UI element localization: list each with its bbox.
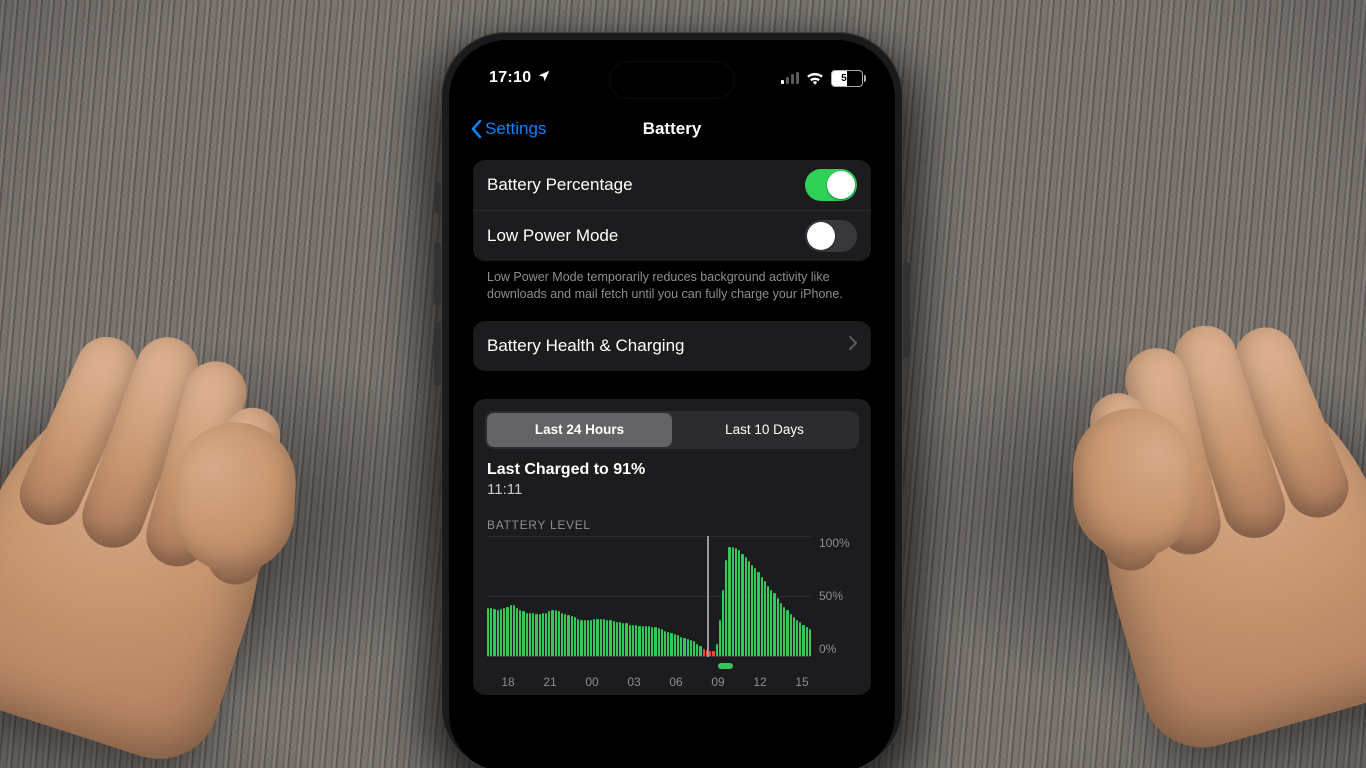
x-tick: 09	[697, 675, 739, 689]
left-hand	[0, 346, 309, 768]
segment-24h[interactable]: Last 24 Hours	[487, 413, 672, 447]
y-tick-bot: 0%	[819, 642, 863, 656]
x-tick: 18	[487, 675, 529, 689]
battery-percentage-switch[interactable]	[805, 169, 857, 201]
battery-percentage-label: Battery Percentage	[487, 175, 633, 195]
chevron-left-icon	[469, 119, 483, 139]
status-time: 17:10	[489, 69, 531, 87]
wifi-icon	[806, 71, 824, 85]
battery-icon: 50	[831, 70, 863, 87]
cellular-icon	[781, 72, 799, 84]
volume-down-button[interactable]	[434, 322, 441, 386]
x-tick: 15	[781, 675, 823, 689]
low-power-mode-label: Low Power Mode	[487, 226, 618, 246]
segment-10d[interactable]: Last 10 Days	[672, 413, 857, 447]
location-icon	[537, 69, 551, 88]
nav-bar: Settings Battery	[459, 106, 885, 152]
battery-health-row[interactable]: Battery Health & Charging	[473, 321, 871, 371]
battery-level-chart[interactable]: 100% 50% 0% 1821000306091215	[473, 536, 871, 689]
chart-y-axis: 100% 50% 0%	[811, 536, 863, 656]
battery-percent: 50	[841, 73, 853, 84]
battery-health-label: Battery Health & Charging	[487, 336, 685, 356]
x-tick: 12	[739, 675, 781, 689]
chart-title: BATTERY LEVEL	[473, 504, 871, 536]
desk-surface: 17:10 50	[0, 0, 1366, 768]
right-hand	[1062, 338, 1366, 761]
chart-plot	[487, 536, 811, 657]
health-group: Battery Health & Charging	[473, 321, 871, 371]
phone-body: 17:10 50	[441, 32, 903, 768]
phone-screen: 17:10 50	[459, 50, 885, 768]
low-power-mode-switch[interactable]	[805, 220, 857, 252]
y-tick-top: 100%	[819, 536, 863, 550]
range-segmented-control: Last 24 Hours Last 10 Days	[485, 411, 859, 449]
back-label: Settings	[485, 119, 546, 139]
side-button[interactable]	[903, 262, 910, 358]
low-power-mode-footnote: Low Power Mode temporarily reduces backg…	[473, 261, 871, 321]
mute-switch[interactable]	[435, 182, 441, 214]
low-power-mode-row[interactable]: Low Power Mode	[473, 210, 871, 261]
charging-indicator-rail	[487, 663, 819, 669]
chart-x-axis: 1821000306091215	[487, 669, 863, 689]
last-charged-title: Last Charged to 91%	[487, 461, 857, 479]
toggles-group: Battery Percentage Low Power Mode	[473, 160, 871, 261]
chevron-right-icon	[848, 335, 857, 356]
battery-percentage-row[interactable]: Battery Percentage	[473, 160, 871, 210]
last-charged-time: 11:11	[487, 481, 857, 498]
chart-cursor	[707, 536, 709, 657]
y-tick-mid: 50%	[819, 589, 863, 603]
back-button[interactable]: Settings	[469, 119, 546, 139]
usage-card: Last 24 Hours Last 10 Days Last Charged …	[473, 399, 871, 695]
x-tick: 00	[571, 675, 613, 689]
x-tick: 21	[529, 675, 571, 689]
x-tick: 06	[655, 675, 697, 689]
x-tick: 03	[613, 675, 655, 689]
dynamic-island[interactable]	[610, 62, 734, 98]
volume-up-button[interactable]	[434, 242, 441, 306]
